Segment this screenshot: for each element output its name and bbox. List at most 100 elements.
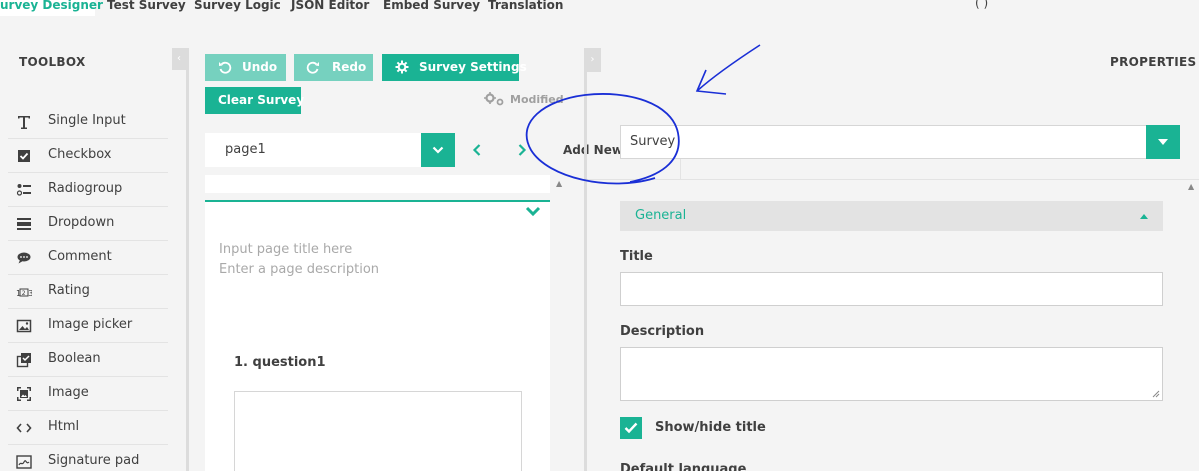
toolbox-item-single-input[interactable]: Single Input [8, 105, 168, 139]
toolbox-item-label: Html [48, 419, 80, 434]
toolbox-item-html[interactable]: Html [8, 411, 168, 445]
title-input[interactable] [620, 272, 1163, 306]
toolbox-item-image-picker[interactable]: Image picker [8, 309, 168, 343]
page-title-placeholder[interactable]: Input page title here [219, 242, 352, 257]
redo-icon [306, 61, 319, 74]
image-picker-icon [16, 319, 32, 333]
description-label: Description [620, 324, 705, 339]
page-editor: Input page title here Enter a page descr… [205, 200, 550, 471]
designer-scrollbar[interactable]: ▲ [554, 177, 566, 471]
question-input-box[interactable] [234, 391, 522, 471]
toolbox-title: TOOLBOX [19, 55, 86, 69]
svg-text:3: 3 [28, 289, 32, 298]
toolbox-item-label: Single Input [48, 113, 126, 128]
top-right-fragment: ( ) [975, 0, 989, 10]
resize-handle-icon[interactable] [1152, 390, 1160, 398]
properties-divider [584, 72, 587, 471]
redo-label: Redo [332, 60, 367, 74]
undo-icon [219, 61, 232, 74]
show-title-label: Show/hide title [655, 420, 766, 435]
image-icon [17, 387, 31, 401]
undo-button[interactable]: Undo [205, 54, 286, 81]
gear-icon [395, 60, 409, 74]
html-icon [16, 423, 32, 433]
survey-creator-screen: urvey Designer Test Survey Survey Logic … [0, 0, 1199, 471]
description-textarea[interactable] [620, 347, 1163, 401]
scroll-up-icon[interactable]: ▲ [1188, 182, 1194, 191]
page-tab-strip [205, 175, 550, 193]
text-icon [18, 116, 30, 129]
toolbox-item-label: Checkbox [48, 147, 112, 162]
section-general[interactable]: General [620, 201, 1163, 231]
caret-down-icon [1158, 139, 1168, 145]
svg-text:2: 2 [22, 290, 26, 297]
clear-survey-label: Clear Survey [218, 93, 305, 107]
toolbox-item-checkbox[interactable]: Checkbox [8, 139, 168, 173]
page-selector[interactable]: page1 [205, 133, 455, 167]
signature-icon [16, 455, 32, 469]
page-selector-value: page1 [225, 142, 266, 157]
toolbox-item-boolean[interactable]: Boolean [8, 343, 168, 377]
toolbox-divider [186, 48, 189, 471]
section-general-label: General [635, 208, 687, 223]
survey-settings-label: Survey Settings [419, 60, 527, 74]
survey-settings-button[interactable]: Survey Settings [382, 54, 527, 81]
toolbox-item-label: Comment [48, 249, 112, 264]
chevron-up-icon [1140, 214, 1148, 219]
tab-survey-logic[interactable]: Survey Logic [194, 0, 281, 16]
prev-page-icon[interactable] [472, 143, 482, 157]
toolbox-item-label: Signature pad [48, 453, 140, 468]
toolbox-item-image[interactable]: Image [8, 377, 168, 411]
show-title-checkbox[interactable] [620, 417, 642, 439]
properties-header-divider [586, 179, 1199, 180]
tab-translation[interactable]: Translation [488, 0, 563, 16]
comment-icon [17, 252, 31, 264]
boolean-icon [16, 353, 31, 368]
chevron-down-icon [432, 146, 444, 154]
check-icon [624, 422, 638, 434]
tab-embed-survey[interactable]: Embed Survey [383, 0, 480, 16]
object-selector-value: Survey [630, 134, 676, 149]
clear-survey-button[interactable]: Clear Survey [205, 87, 305, 114]
redo-button[interactable]: Redo [294, 54, 373, 81]
object-dropdown-button[interactable] [1146, 125, 1180, 159]
default-language-label: Default language [620, 462, 747, 471]
tab-test-survey[interactable]: Test Survey [107, 0, 186, 16]
toolbox-item-rating[interactable]: 123 Rating [8, 275, 168, 309]
toolbox-item-signature-pad[interactable]: Signature pad [8, 445, 168, 471]
annotation-arrow-line [696, 44, 761, 92]
checkbox-icon [18, 150, 30, 162]
annotation-arrow-head [695, 69, 727, 95]
undo-label: Undo [242, 60, 278, 74]
page-dropdown-button[interactable] [421, 133, 455, 167]
properties-title: PROPERTIES [1110, 55, 1197, 69]
toolbox-item-label: Image [48, 385, 89, 400]
radiogroup-icon [16, 184, 31, 196]
toolbox-item-label: Radiogroup [48, 181, 123, 196]
question-title[interactable]: 1. question1 [234, 355, 326, 370]
save-status-label: Modified [510, 93, 564, 106]
toolbox-item-dropdown[interactable]: Dropdown [8, 207, 168, 241]
gears-icon [484, 92, 504, 106]
collapse-page-icon[interactable] [525, 205, 541, 217]
toolbox-item-label: Image picker [48, 317, 133, 332]
title-label: Title [620, 249, 653, 264]
toolbox-item-label: Dropdown [48, 215, 115, 230]
collapse-toolbox-button[interactable]: ‹ [172, 48, 186, 70]
rating-icon: 123 [16, 288, 32, 298]
toolbox-item-comment[interactable]: Comment [8, 241, 168, 275]
toolbox-item-label: Boolean [48, 351, 101, 366]
properties-scrollbar[interactable]: ▲ [1185, 180, 1199, 471]
scroll-up-icon[interactable]: ▲ [556, 179, 562, 188]
page-description-placeholder[interactable]: Enter a page description [219, 262, 379, 277]
tab-survey-designer[interactable]: urvey Designer [0, 0, 103, 16]
tab-bar: urvey Designer Test Survey Survey Logic … [0, 0, 1199, 17]
toolbox-item-radiogroup[interactable]: Radiogroup [8, 173, 168, 207]
dropdown-icon [17, 218, 31, 230]
object-selector[interactable]: Survey [620, 125, 1180, 159]
collapse-properties-button[interactable]: › [584, 48, 601, 72]
next-page-icon[interactable] [517, 143, 527, 157]
toolbox-panel: TOOLBOX Single Input Checkbox Radiogroup… [0, 17, 172, 471]
toolbox-item-label: Rating [48, 283, 90, 298]
tab-json-editor[interactable]: JSON Editor [291, 0, 369, 16]
